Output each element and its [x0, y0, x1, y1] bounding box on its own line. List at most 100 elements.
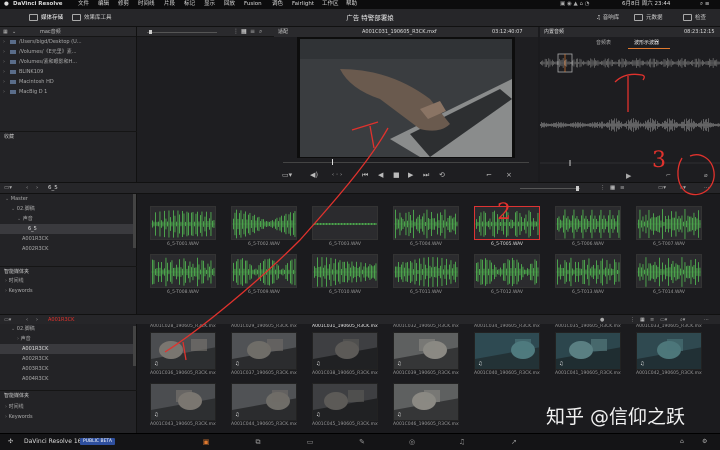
- search-icon[interactable]: ⌕: [259, 27, 262, 37]
- smart-bin-keywords[interactable]: › Keywords: [0, 286, 137, 296]
- zoom-slider[interactable]: [147, 32, 217, 33]
- menu-fusion[interactable]: Fusion: [244, 0, 262, 9]
- page-color-icon[interactable]: ◎: [404, 437, 420, 447]
- audio-clip[interactable]: 6_5-T013.WAV: [555, 254, 621, 296]
- inspector-button[interactable]: 检查: [683, 12, 706, 24]
- jog-dial-icon[interactable]: ‹ ◦ ›: [332, 171, 342, 179]
- video-clip[interactable]: ♫ A001C036_190605_R3CK.mxf: [150, 332, 216, 377]
- video-clip[interactable]: ♫ A001C042_190605_R3CK.mxf: [636, 332, 702, 377]
- back-icon[interactable]: ‹: [26, 183, 28, 194]
- video-clip[interactable]: ♫ A001C039_190605_R3CK.mxf: [393, 332, 459, 377]
- volume-item[interactable]: › BLINK109: [0, 67, 136, 77]
- tree-item-selected[interactable]: A001R3CK: [0, 344, 136, 354]
- tree-scrollbar[interactable]: [133, 326, 136, 366]
- grid-icon[interactable]: ▦: [3, 27, 8, 37]
- chevron-down-icon[interactable]: ⌄: [12, 27, 16, 37]
- audio-clip[interactable]: 6_5-T008.WAV: [150, 254, 216, 296]
- go-to-start-icon[interactable]: ⏮: [362, 171, 368, 179]
- menu-mark[interactable]: 标记: [184, 0, 195, 9]
- audio-clip[interactable]: 6_5-T007.WAV: [636, 206, 702, 248]
- video-clip[interactable]: ♫ A001C038_190605_R3CK.mxf: [312, 332, 378, 377]
- audio-clip[interactable]: 6_5-T012.WAV: [474, 254, 540, 296]
- tree-scrollbar[interactable]: [133, 194, 136, 248]
- list-icon[interactable]: ≡: [620, 183, 625, 194]
- inspector-play-icon[interactable]: ▶: [626, 172, 631, 180]
- audio-clip[interactable]: 6_5-T001.WAV: [150, 206, 216, 248]
- settings-icon[interactable]: ⚙: [702, 438, 707, 445]
- sidebar-toggle-icon[interactable]: ▭▾: [4, 183, 12, 194]
- tree-item-master[interactable]: ⌄ Master: [0, 194, 136, 204]
- thumb-zoom-handle[interactable]: [576, 186, 579, 191]
- audio-clip[interactable]: 6_5-T010.WAV: [312, 254, 378, 296]
- page-fairlight-icon[interactable]: ♫: [454, 437, 470, 447]
- more-options-icon[interactable]: ⋯: [704, 183, 710, 194]
- viewer-playhead[interactable]: [332, 159, 333, 165]
- tree-item[interactable]: A002R3CK: [0, 354, 136, 364]
- media-pool-button[interactable]: 媒体存储: [29, 12, 63, 24]
- apple-icon[interactable]: ●: [4, 0, 9, 9]
- volume-item[interactable]: ›/Volumes/素和眼影和H...: [0, 57, 136, 67]
- tree-item[interactable]: › 声音: [0, 334, 136, 344]
- audio-clip[interactable]: 6_5-T014.WAV: [636, 254, 702, 296]
- menu-trim[interactable]: 修剪: [118, 0, 129, 9]
- tree-item[interactable]: ⌄ 02.脚稿: [0, 324, 136, 334]
- sound-library-button[interactable]: ♫ 音响库: [596, 12, 619, 24]
- volume-icon[interactable]: ◀): [310, 171, 318, 179]
- menu-playback[interactable]: 回放: [224, 0, 235, 9]
- tree-item[interactable]: A003R3CK: [0, 364, 136, 374]
- video-clip[interactable]: ♫ A001C043_190605_R3CK.mxf: [150, 383, 216, 428]
- audio-clip[interactable]: 6_5-T009.WAV: [231, 254, 297, 296]
- tree-item[interactable]: A004R3CK: [0, 374, 136, 384]
- page-fusion-icon[interactable]: ✎: [354, 437, 370, 447]
- inspector-mark-icon[interactable]: ⌐: [666, 172, 671, 179]
- video-clip[interactable]: ♫ A001C044_190605_R3CK.mxf: [231, 383, 297, 428]
- stop-icon[interactable]: ■: [393, 171, 400, 179]
- tab-audio-meters[interactable]: 音频表: [596, 37, 611, 49]
- tree-item[interactable]: A001R3CK: [0, 234, 136, 244]
- effects-button[interactable]: 效果库工具: [72, 12, 112, 24]
- page-deliver-icon[interactable]: ➚: [506, 437, 522, 447]
- sort-icon[interactable]: ▭▾: [658, 183, 666, 194]
- forward-icon[interactable]: ›: [36, 183, 38, 194]
- audio-clip[interactable]: 6_5-T006.WAV: [555, 206, 621, 248]
- step-back-icon[interactable]: ◀: [378, 171, 383, 179]
- smart-bin-keywords[interactable]: › Keywords: [0, 412, 137, 422]
- menu-help[interactable]: 帮助: [346, 0, 357, 9]
- list-icon[interactable]: ≡: [250, 27, 255, 37]
- page-cut-icon[interactable]: ⧉: [250, 437, 266, 447]
- volume-item[interactable]: ›/Users/bigd/Desktop (U...: [0, 37, 136, 47]
- menu-app-name[interactable]: DaVinci Resolve: [13, 0, 63, 9]
- menu-fairlight[interactable]: Fairlight: [292, 0, 314, 9]
- menu-workspace[interactable]: 工作区: [322, 0, 339, 9]
- tree-item[interactable]: ⌄ 声音: [0, 214, 136, 224]
- video-clip[interactable]: ♫ A001C046_190605_R3CK.mxf: [393, 383, 459, 428]
- video-clip[interactable]: ♫ A001C045_190605_R3CK.mxf: [312, 383, 378, 428]
- menu-timeline[interactable]: 时间线: [138, 0, 155, 9]
- volume-item[interactable]: › MacBig D 1: [0, 87, 136, 97]
- menu-clip[interactable]: 片段: [164, 0, 175, 9]
- viewer-options-icon[interactable]: ▭▾: [282, 171, 292, 179]
- search-icon[interactable]: ⌕▾: [680, 183, 686, 194]
- loop-icon[interactable]: ⟲: [439, 171, 445, 179]
- menu-file[interactable]: 文件: [78, 0, 89, 9]
- menu-view[interactable]: 显示: [204, 0, 215, 9]
- tree-item-selected[interactable]: 6_5: [0, 224, 136, 234]
- tree-item[interactable]: A002R3CK: [0, 244, 136, 254]
- zoom-fit-dropdown[interactable]: 适配: [278, 27, 288, 37]
- thumb-zoom-slider[interactable]: [520, 188, 580, 189]
- viewer-scrubber[interactable]: [283, 162, 529, 163]
- mark-out-icon[interactable]: ×: [506, 171, 512, 179]
- video-clip[interactable]: ♫ A001C037_190605_R3CK.mxf: [231, 332, 297, 377]
- audio-clip[interactable]: 6_5-T003.WAV: [312, 206, 378, 248]
- metadata-button[interactable]: 元数据: [634, 12, 663, 24]
- audio-clip[interactable]: 6_5-T002.WAV: [231, 206, 297, 248]
- mark-in-icon[interactable]: ⌐: [486, 171, 492, 179]
- menu-edit[interactable]: 编辑: [98, 0, 109, 9]
- spotlight-icon[interactable]: ⌕ ≡: [700, 0, 709, 9]
- zoom-slider-handle[interactable]: [149, 30, 152, 34]
- play-icon[interactable]: ▶: [408, 171, 413, 179]
- thumbnail-view-icon[interactable]: ▦: [610, 183, 615, 194]
- menu-color[interactable]: 调色: [272, 0, 283, 9]
- video-clip[interactable]: ♫ A001C041_190605_R3CK.mxf: [555, 332, 621, 377]
- tree-item[interactable]: ⌄ 02.脚稿: [0, 204, 136, 214]
